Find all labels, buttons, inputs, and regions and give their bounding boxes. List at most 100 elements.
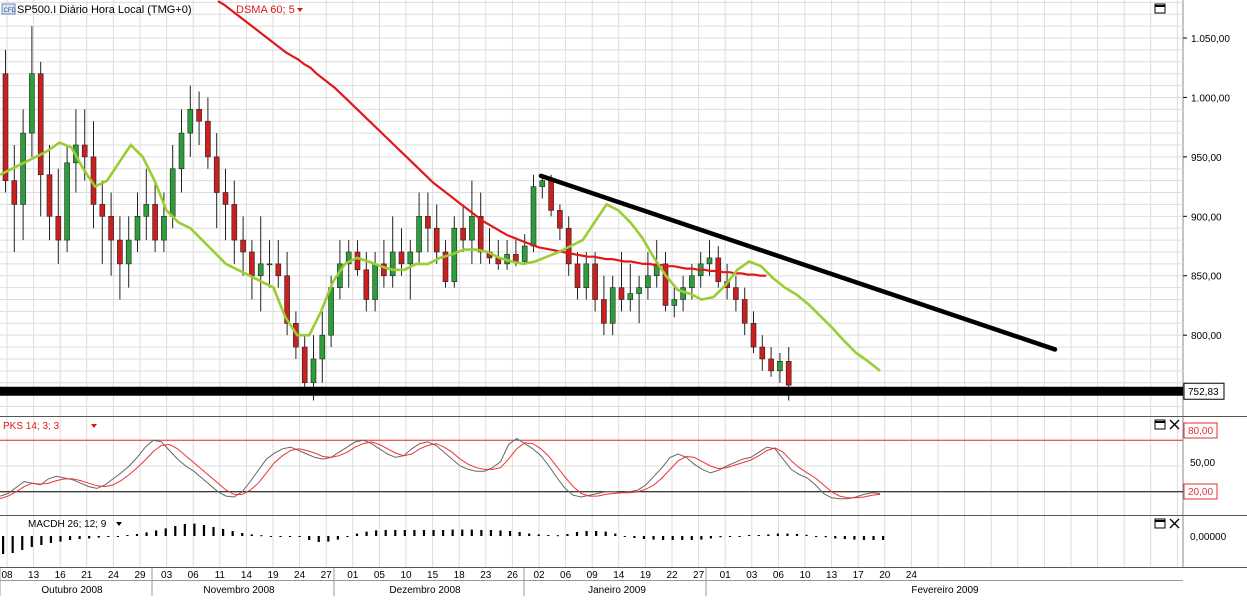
macd-bar [40,536,43,545]
time-axis-tick: 26 [507,570,519,581]
macd-bar [126,535,129,536]
macd-bar [135,534,139,536]
time-axis-tick: 24 [906,570,918,581]
macd-bar [748,535,751,536]
macd-label-zero: 0,00000 [1190,532,1227,543]
macd-bar [614,533,617,536]
macd-bar [700,536,703,540]
stoch-label-50: 50,00 [1190,458,1215,469]
time-axis-tick: 16 [55,570,67,581]
macd-bar [107,536,110,537]
macd-bar [738,536,741,537]
macd-bar [403,530,406,536]
macd-bar [288,536,292,537]
time-axis-tick: 17 [853,570,865,581]
macd-bar [260,535,263,537]
time-axis-tick: 03 [161,570,173,581]
time-axis-tick: 06 [560,570,572,581]
macd-bar [518,532,521,536]
macd-bar [145,532,148,536]
time-axis-tick: 03 [746,570,758,581]
price-maximize-button[interactable] [1154,3,1166,14]
instrument-title[interactable]: SP500.I Diário Hora Local (TMG+0) [17,4,192,16]
macd-bar [470,529,473,536]
time-axis-tick: 10 [400,570,412,581]
macd-bar [59,536,62,542]
macd-bar [365,531,368,536]
current-price-tag: 752,83 [1183,382,1225,400]
macd-bar [508,531,512,536]
price-legend[interactable]: CFD SP500.I Diário Hora Local (TMG+0) DS… [1,3,303,16]
macd-bar [183,524,186,536]
macd-bar [767,534,770,536]
macd-maximize-button[interactable] [1154,518,1166,529]
time-axis-tick: 01 [347,570,359,581]
stoch-label-80: 80,00 [1188,426,1213,437]
macd-bar [202,525,206,536]
macd-bar [595,531,598,536]
price-axis-tick: 950,00 [1191,153,1222,164]
macd-bar [375,530,378,536]
macd-bar [719,536,722,538]
macd-bar [21,536,24,550]
macd-bar [49,536,53,543]
time-axis-tick: 14 [613,570,625,581]
macd-bar [451,529,454,536]
macd-bar [728,536,732,537]
macd-bar [604,531,607,536]
instrument-badge: CFD [4,8,17,14]
macd-bar [442,530,445,536]
macd-bar [499,530,502,536]
macd-bar [575,532,579,536]
macd-bar [327,536,330,542]
month-label: Dezembro 2008 [389,585,461,596]
macd-bar [805,534,808,536]
macd-bar [308,536,311,540]
macd-bar [824,536,827,538]
price-axis-tick: 1.050,00 [1191,34,1230,45]
macd-bar [795,534,799,536]
macd-bar [662,536,665,540]
macd-bar [422,530,426,536]
macd-indicator-label[interactable]: MACDH 26; 12; 9 [28,519,107,530]
macd-bar [11,536,14,553]
macd-bar [30,536,33,547]
time-axis-tick: 23 [480,570,492,581]
macd-bar [241,533,244,536]
stoch-maximize-button[interactable] [1154,419,1166,430]
macd-bar [652,536,655,540]
macd-bar [222,529,225,536]
dsma-overlay-label[interactable]: DSMA 60; 5 [236,4,295,16]
macd-bar [432,530,435,536]
price-axis-tick: 800,00 [1191,331,1222,342]
time-axis-tick: 21 [81,570,93,581]
price-axis-tick: 1.000,00 [1191,93,1230,104]
candle[interactable] [530,174,537,252]
macd-bar [384,530,387,536]
time-axis-tick: 27 [321,570,333,581]
time-axis-tick: 18 [454,570,466,581]
macd-bar [776,533,779,536]
macd-bar [480,530,483,536]
macd-bar [633,536,636,538]
stoch-indicator-label[interactable]: PKS 14; 3; 3 [3,421,60,432]
macd-bar [164,528,167,536]
time-axis-tick: 06 [188,570,200,581]
macd-bar [642,536,646,539]
macd-bar [489,530,493,536]
chart-window: 1.050,00 1.000,00 950,00 900,00 850,00 800,00… [0,0,1247,596]
macd-bar [155,530,158,536]
macd-bar [566,534,569,536]
macd-bar [461,529,464,536]
macd-bar [355,533,359,536]
macd-bar [882,536,885,540]
macd-bar [690,536,693,540]
macd-bar [174,526,177,536]
macd-bar [413,530,416,536]
macd-bar [88,536,91,539]
macd-bar [2,536,5,554]
macd-bar [298,536,301,537]
price-axis-tick: 850,00 [1191,272,1222,283]
macd-bar [709,536,713,539]
time-axis-tick: 22 [666,570,678,581]
